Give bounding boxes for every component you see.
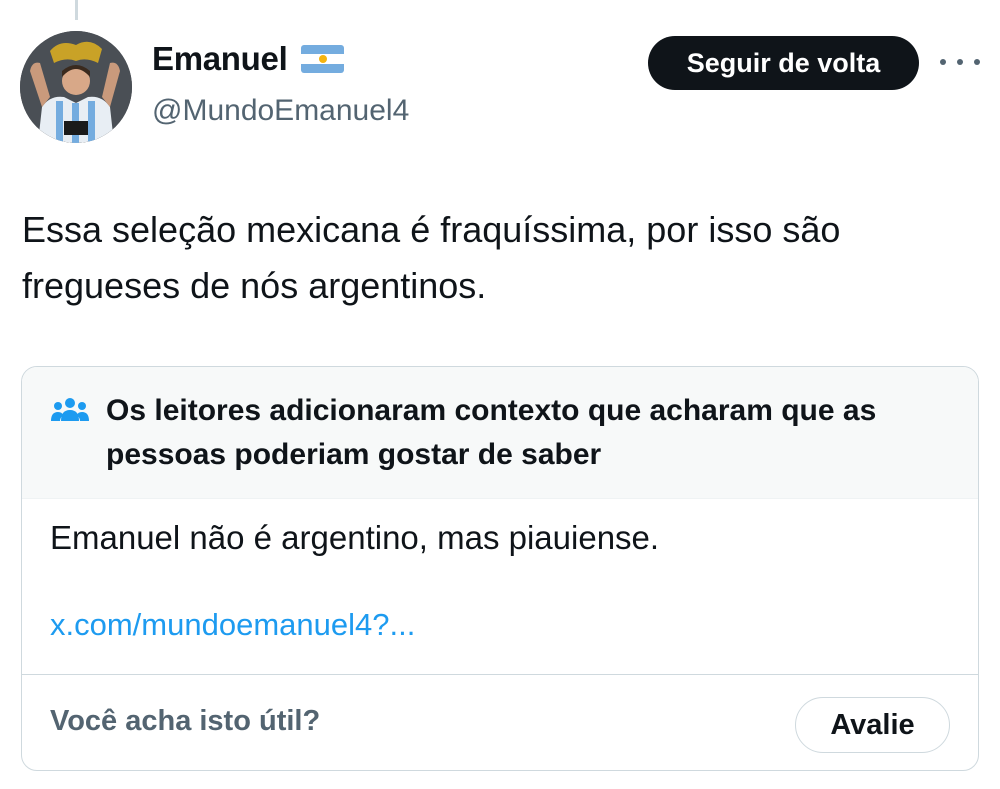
community-note-footer: Você acha isto útil? Avalie (22, 674, 978, 770)
argentina-flag-icon (301, 45, 345, 73)
author-name-row: Emanuel (152, 40, 345, 78)
avatar[interactable] (20, 31, 132, 143)
more-dot (940, 59, 946, 65)
tweet-text: Essa seleção mexicana é fraquíssima, por… (22, 209, 841, 306)
community-note-link[interactable]: x.com/mundoemanuel4?... (50, 607, 415, 643)
author-display-name[interactable]: Emanuel (152, 40, 288, 78)
profile-photo-icon (20, 31, 132, 143)
author-handle[interactable]: @MundoEmanuel4 (152, 94, 409, 128)
community-note-header: Os leitores adicionaram contexto que ach… (22, 367, 978, 499)
community-note-body: Emanuel não é argentino, mas piauiense. (50, 519, 660, 556)
helpful-question: Você acha isto útil? (50, 705, 321, 737)
people-icon (50, 395, 90, 432)
more-options-icon[interactable] (940, 50, 980, 74)
thread-connector-line (75, 0, 78, 20)
rate-button[interactable]: Avalie (795, 697, 950, 753)
more-dot (974, 59, 980, 65)
more-dot (957, 59, 963, 65)
community-note-title: Os leitores adicionaram contexto que ach… (106, 394, 877, 471)
follow-back-button[interactable]: Seguir de volta (648, 36, 919, 90)
community-note-card: Os leitores adicionaram contexto que ach… (21, 366, 979, 771)
